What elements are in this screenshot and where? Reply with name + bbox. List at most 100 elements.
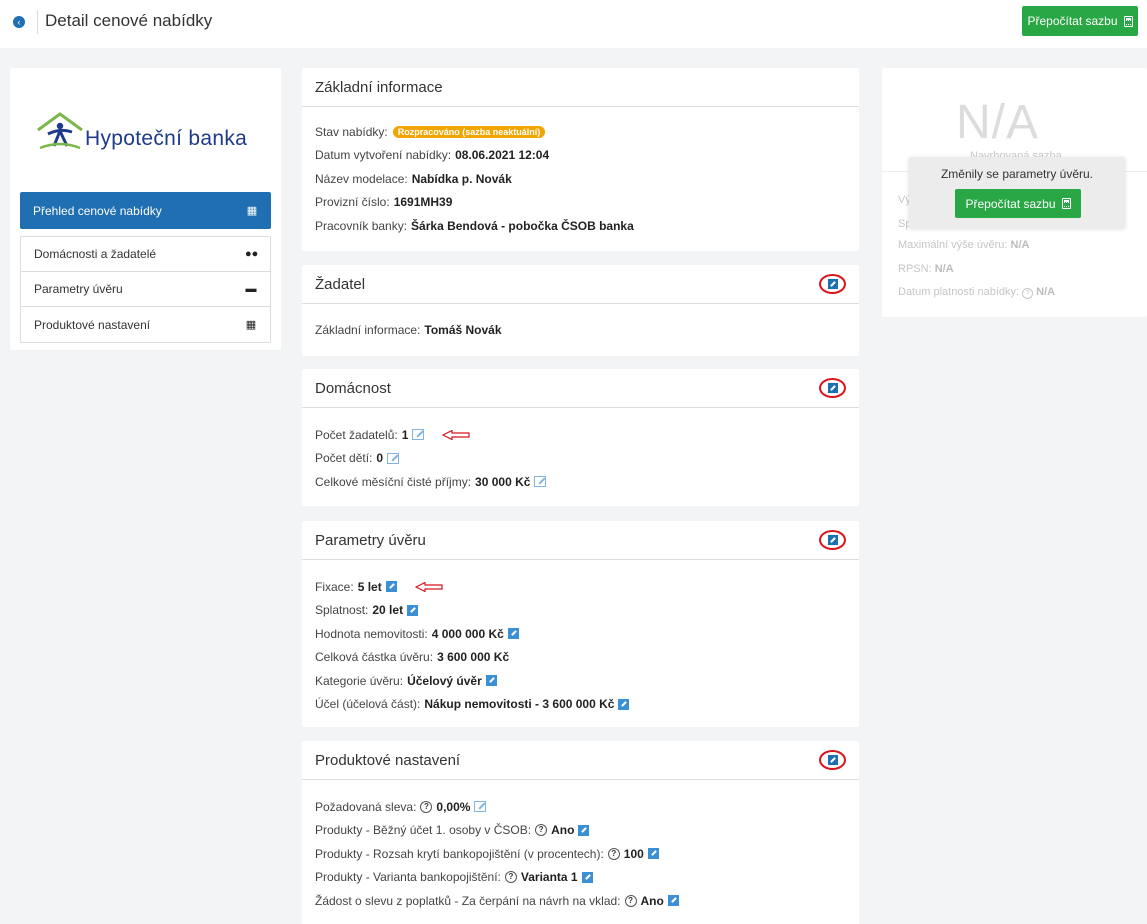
basic-info-card: Základní informace Stav nabídky: Rozprac… bbox=[302, 68, 859, 251]
logo-text: Hypoteční banka bbox=[85, 127, 248, 150]
edit-section-button[interactable] bbox=[819, 530, 846, 550]
row-label: Žádost o slevu z poplatků - Za čerpání n… bbox=[315, 893, 621, 908]
help-icon[interactable]: ? bbox=[1022, 288, 1034, 299]
nav-item-overview[interactable]: Přehled cenové nabídky ▦ bbox=[20, 192, 271, 229]
row-value: N/A bbox=[1010, 239, 1030, 251]
row-label: Fixace: bbox=[315, 579, 354, 594]
household-card: Domácnost Počet žadatelů: 1 Počet dětí: 0 … bbox=[302, 369, 859, 506]
info-row-account: Produkty - Běžný účet 1. osoby v ČSOB: ?… bbox=[315, 819, 846, 843]
card-title: Žadatel bbox=[315, 275, 366, 293]
help-icon[interactable]: ? bbox=[624, 894, 637, 907]
recalculate-rate-button[interactable]: Přepočítat sazbu bbox=[1022, 6, 1138, 36]
nav-item-loan-params[interactable]: Parametry úvěru ▬ bbox=[21, 272, 270, 307]
edit-pencil-icon[interactable] bbox=[474, 801, 487, 813]
info-row-property-value: Hodnota nemovitosti: 4 000 000 Kč bbox=[315, 622, 846, 646]
edit-icon[interactable] bbox=[647, 848, 659, 860]
row-label: Datum vytvoření nabídky: bbox=[315, 148, 452, 163]
money-icon: ▬ bbox=[245, 283, 257, 295]
row-label: Počet žadatelů: bbox=[315, 427, 398, 442]
edit-icon[interactable] bbox=[581, 871, 593, 883]
row-value: 0,00% bbox=[436, 799, 471, 814]
calculator-icon: ▦ bbox=[245, 319, 257, 331]
back-arrow-icon[interactable]: ‹ bbox=[13, 16, 25, 28]
info-row-discount: Požadovaná sleva: ? 0,00% bbox=[315, 795, 846, 819]
help-icon[interactable]: ? bbox=[420, 800, 433, 813]
edit-icon bbox=[827, 383, 838, 393]
row-value: Účelový úvěr bbox=[407, 673, 482, 688]
info-row-model: Název modelace: Nabídka p. Novák bbox=[315, 167, 846, 191]
card-title: Domácnost bbox=[315, 379, 391, 397]
row-label: Produkty - Rozsah krytí bankopojištění (… bbox=[315, 846, 604, 861]
loan-params-card: Parametry úvěru Fixace: 5 let Splatnost: 2… bbox=[302, 521, 859, 727]
document-icon: ▦ bbox=[246, 205, 258, 217]
info-row-fixation: Fixace: 5 let bbox=[315, 575, 846, 599]
recalc-notice-overlay: Změnily se parametry úvěru. Přepočítat s… bbox=[909, 157, 1125, 228]
recalculate-rate-overlay-button[interactable]: Přepočítat sazbu bbox=[955, 189, 1081, 218]
row-label: Pracovník banky: bbox=[315, 218, 408, 233]
row-value: 3 600 000 Kč bbox=[437, 650, 510, 665]
info-row-maturity: Splatnost: 20 let bbox=[315, 599, 846, 623]
edit-icon[interactable] bbox=[618, 698, 630, 710]
help-icon[interactable]: ? bbox=[607, 847, 620, 860]
card-header: Domácnost bbox=[302, 369, 859, 408]
edit-pencil-icon[interactable] bbox=[534, 476, 547, 488]
row-label: Celkové měsíční čisté příjmy: bbox=[315, 474, 472, 489]
nav-item-label: Parametry úvěru bbox=[34, 282, 123, 296]
page-title: Detail cenové nabídky bbox=[45, 11, 213, 30]
sidebar: Hypoteční banka Přehled cenové nabídky ▦… bbox=[10, 68, 281, 350]
row-label: Stav nabídky: bbox=[315, 124, 388, 139]
row-value: N/A bbox=[1036, 286, 1056, 298]
row-label: Splatnost: bbox=[315, 603, 369, 618]
product-settings-card: Produktové nastavení Požadovaná sleva: ?… bbox=[302, 741, 859, 924]
edit-icon bbox=[827, 535, 838, 545]
info-row-temp-number: Provizní číslo: 1691MH39 bbox=[315, 191, 846, 215]
edit-section-button[interactable] bbox=[819, 750, 846, 770]
nav-item-label: Produktové nastavení bbox=[34, 317, 151, 332]
help-icon[interactable]: ? bbox=[535, 824, 548, 837]
annotation-arrow-icon bbox=[414, 581, 443, 592]
row-label: Počet dětí: bbox=[315, 451, 373, 466]
info-row-worker: Pracovník banky: Šárka Bendová - pobočka … bbox=[315, 214, 846, 238]
nav-list: Domácnosti a žadatelé ●● Parametry úvěru… bbox=[20, 236, 271, 343]
edit-icon[interactable] bbox=[407, 604, 419, 616]
nav-item-product-settings[interactable]: Produktové nastavení ▦ bbox=[21, 307, 270, 342]
row-value: Šárka Bendová - pobočka ČSOB banka bbox=[411, 218, 634, 233]
users-icon: ●● bbox=[245, 248, 259, 260]
info-row-coverage: Produkty - Rozsah krytí bankopojištění (… bbox=[315, 842, 846, 866]
info-row-applicant: Základní informace: Tomáš Novák bbox=[315, 318, 846, 342]
logo-mark-icon bbox=[37, 112, 83, 150]
info-row-state: Stav nabídky: Rozpracováno (sazba neaktu… bbox=[315, 120, 846, 144]
notice-message: Změnily se parametry úvěru. bbox=[940, 167, 1094, 181]
card-header: Žadatel bbox=[302, 265, 859, 304]
edit-section-button[interactable] bbox=[819, 378, 846, 398]
status-badge: Rozpracováno (sazba neaktuální) bbox=[392, 125, 546, 138]
edit-icon[interactable] bbox=[385, 581, 397, 593]
row-value: Tomáš Novák bbox=[424, 322, 502, 337]
help-icon[interactable]: ? bbox=[504, 871, 517, 884]
row-label: Kategorie úvěru: bbox=[315, 673, 404, 688]
row-label: Provizní číslo: bbox=[315, 195, 390, 210]
row-label: Maximální výše úvěru: bbox=[898, 239, 1008, 251]
row-label: Hodnota nemovitosti: bbox=[315, 626, 428, 641]
row-value: 100 bbox=[623, 846, 644, 861]
edit-section-button[interactable] bbox=[819, 274, 846, 294]
nav-item-households[interactable]: Domácnosti a žadatelé ●● bbox=[21, 237, 270, 272]
edit-pencil-icon[interactable] bbox=[412, 429, 425, 441]
row-value: Nákup nemovitosti - 3 600 000 Kč bbox=[424, 697, 615, 712]
nav-item-label: Domácnosti a žadatelé bbox=[34, 247, 157, 261]
edit-icon bbox=[827, 279, 838, 289]
row-value: Ano bbox=[551, 823, 575, 838]
edit-icon[interactable] bbox=[578, 824, 590, 836]
edit-icon[interactable] bbox=[667, 895, 679, 907]
calculator-icon bbox=[1123, 15, 1133, 27]
recalculate-rate-label: Přepočítat sazbu bbox=[1027, 14, 1118, 28]
row-label: Datum platnosti nabídky: bbox=[898, 286, 1020, 298]
row-label: Produkty - Varianta bankopojištění: bbox=[315, 870, 501, 885]
row-value: 0 bbox=[376, 451, 384, 466]
annotation-arrow-icon bbox=[442, 429, 471, 440]
info-row-fee-discount: Žádost o slevu z poplatků - Za čerpání n… bbox=[315, 889, 846, 913]
edit-icon[interactable] bbox=[485, 675, 497, 687]
edit-pencil-icon[interactable] bbox=[387, 452, 400, 464]
row-label: Základní informace: bbox=[315, 322, 421, 337]
edit-icon[interactable] bbox=[507, 628, 519, 640]
